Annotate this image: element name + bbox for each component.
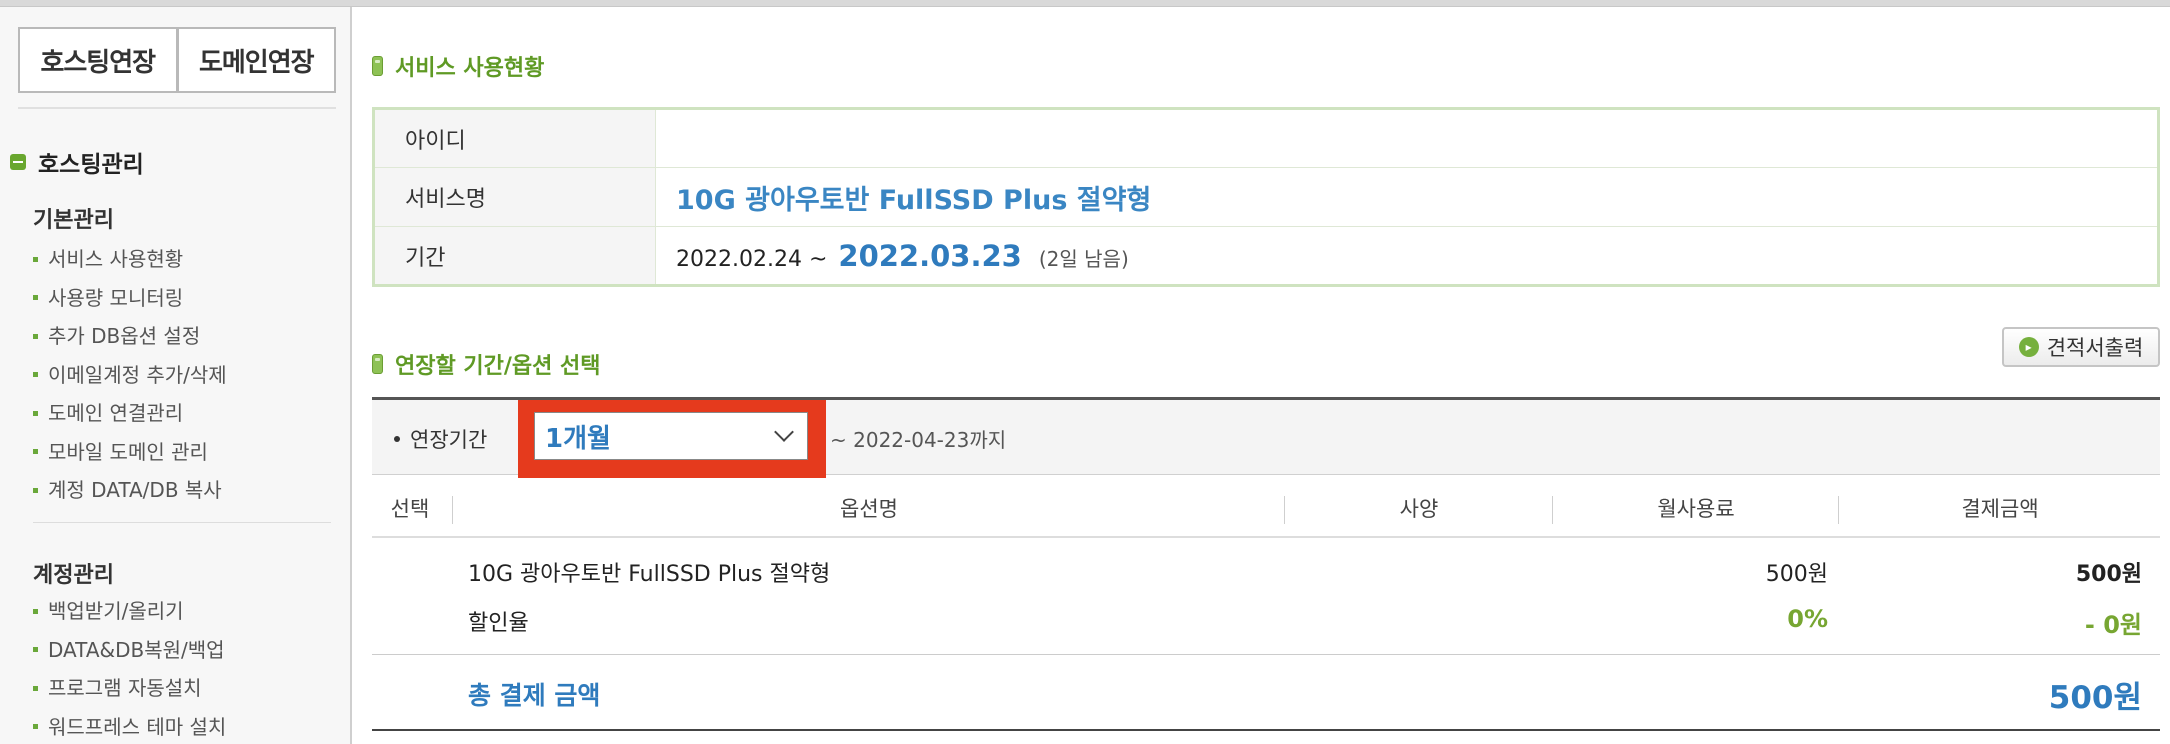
option-name: 10G 광아우토반 FullSSD Plus 절약형 [468,562,831,587]
hosting-management-section[interactable]: 호스팅관리 [10,145,144,179]
bullet-icon [33,724,38,730]
header-select: 선택 [390,497,430,521]
options-table-header: 선택 옵션명 사양 월사용료 결제금액 [372,482,2160,538]
sidebar-item-label: 프로그램 자동설치 [48,676,202,700]
bullet-icon [33,333,38,339]
start-date: 2022.02.24 ~ [676,246,828,272]
chevron-down-icon [774,422,794,442]
extend-buttons: 호스팅연장 도메인연장 [18,27,336,93]
sidebar-item-mobile-domain[interactable]: 모바일 도메인 관리 [33,433,227,472]
sidebar-item-email-account[interactable]: 이메일계정 추가/삭제 [33,356,227,395]
sidebar-item-label: 이메일계정 추가/삭제 [48,362,227,387]
bullet-icon [33,487,38,493]
service-name: 10G 광아우토반 FullSSD Plus 절약형 [676,184,1152,216]
discount-label: 할인율 [468,611,529,636]
sidebar-item-domain-link[interactable]: 도메인 연결관리 [33,394,227,433]
group-title-account: 계정관리 [33,563,114,588]
usage-title-text: 서비스 사용현황 [395,56,545,81]
sidebar-item-wp-theme[interactable]: 워드프레스 테마 설치 [33,708,226,744]
period-label-text: 연장기간 [410,428,488,452]
header-spec: 사양 [1399,497,1439,521]
sidebar-item-service-usage[interactable]: 서비스 사용현황 [33,240,227,279]
service-label: 서비스명 [373,167,656,227]
sidebar-item-label: 계정 DATA/DB 복사 [48,478,222,502]
quote-button-label: 견적서출력 [2046,336,2144,360]
bullet-icon [33,295,38,301]
sidebar-item-label: 추가 DB옵션 설정 [48,324,201,348]
total-label: 총 결제 금액 [468,681,601,710]
bullet-icon [33,685,38,691]
period-select[interactable]: 1개월 [534,412,808,460]
sidebar-item-backup[interactable]: 백업받기/올리기 [33,592,226,631]
until-date: ~ 2022-04-23까지 [830,428,1007,452]
basic-menu-list: 서비스 사용현황 사용량 모니터링 추가 DB옵션 설정 이메일계정 추가/삭제… [33,240,227,510]
account-menu-list: 백업받기/올리기 DATA&DB복원/백업 프로그램 자동설치 워드프레스 테마… [33,592,226,744]
period-select-label: 연장기간 [394,424,487,454]
bullet-icon [33,410,38,416]
sidebar-item-data-copy[interactable]: 계정 DATA/DB 복사 [33,471,227,510]
id-label: 아이디 [373,108,656,168]
sidebar-item-restore[interactable]: DATA&DB복원/백업 [33,631,226,670]
header-divider [1552,496,1553,524]
id-value [655,108,2159,168]
print-quote-button[interactable]: ▸ 견적서출력 [2002,327,2160,367]
arrow-right-icon: ▸ [2018,337,2039,357]
discount-amount: - 0원 [2084,611,2142,639]
highlight-box: 1개월 [518,400,826,478]
bullet-icon [33,647,38,653]
bullet-icon [33,372,38,378]
period-selected-value: 1개월 [545,423,611,454]
group-title-basic: 기본관리 [33,208,114,233]
sidebar-item-db-option[interactable]: 추가 DB옵션 설정 [33,317,227,356]
total-divider [372,654,2160,655]
bullet-icon [33,256,38,262]
domain-extend-button[interactable]: 도메인연장 [177,27,336,93]
sidebar-item-auto-install[interactable]: 프로그램 자동설치 [33,669,226,708]
info-row-service: 서비스명 10G 광아우토반 FullSSD Plus 절약형 [373,167,2159,227]
extend-section-title: 연장할 기간/옵션 선택 [372,348,601,380]
header-payment: 결제금액 [1961,497,2039,521]
period-row: 연장기간 1개월 ~ 2022-04-23까지 [372,397,2160,478]
bullet-icon [394,436,400,442]
header-divider [1838,496,1839,524]
payment-amount: 500원 [2075,562,2142,587]
section-title: 호스팅관리 [38,152,144,178]
hosting-extend-button[interactable]: 호스팅연장 [18,27,178,93]
header-divider [1284,496,1285,524]
remaining-days: (2일 남음) [1038,246,1129,271]
sidebar-item-label: 사용량 모니터링 [48,285,184,310]
sidebar-item-label: 도메인 연결관리 [48,401,184,425]
sidebar-item-label: DATA&DB복원/백업 [48,637,225,662]
section-bullet-icon [372,354,383,374]
sidebar-item-label: 백업받기/올리기 [48,599,184,623]
sidebar: 호스팅연장 도메인연장 호스팅관리 기본관리 서비스 사용현황 사용량 모니터링… [0,7,352,744]
table-bottom-border [372,729,2160,731]
sidebar-item-label: 워드프레스 테마 설치 [48,714,227,739]
discount-rate: 0% [1787,605,1828,633]
bullet-icon [33,608,38,614]
main-content: 서비스 사용현황 아이디 서비스명 10G 광아우토반 FullSSD Plus… [372,7,2162,744]
group-divider [33,522,331,523]
section-bullet-icon [372,56,383,76]
top-border [0,0,2170,7]
header-monthly-fee: 월사용료 [1657,497,1735,521]
info-row-period: 기간 2022.02.24 ~ 2022.03.23 (2일 남음) [373,226,2159,286]
service-info-table: 아이디 서비스명 10G 광아우토반 FullSSD Plus 절약형 기간 2… [372,107,2160,287]
sidebar-item-label: 서비스 사용현황 [48,247,184,271]
total-amount: 500원 [2048,680,2142,716]
header-divider [452,496,453,524]
collapse-icon [10,154,26,170]
info-row-id: 아이디 [373,108,2159,168]
extend-title-text: 연장할 기간/옵션 선택 [395,354,601,379]
sidebar-divider [18,107,336,109]
monthly-fee: 500원 [1765,562,1828,587]
end-date: 2022.03.23 [838,238,1022,273]
sidebar-item-usage-monitor[interactable]: 사용량 모니터링 [33,279,227,318]
usage-section-title: 서비스 사용현황 [372,50,544,82]
sidebar-item-label: 모바일 도메인 관리 [48,439,208,464]
bullet-icon [33,449,38,455]
period-label: 기간 [373,226,656,286]
header-option-name: 옵션명 [840,497,898,521]
